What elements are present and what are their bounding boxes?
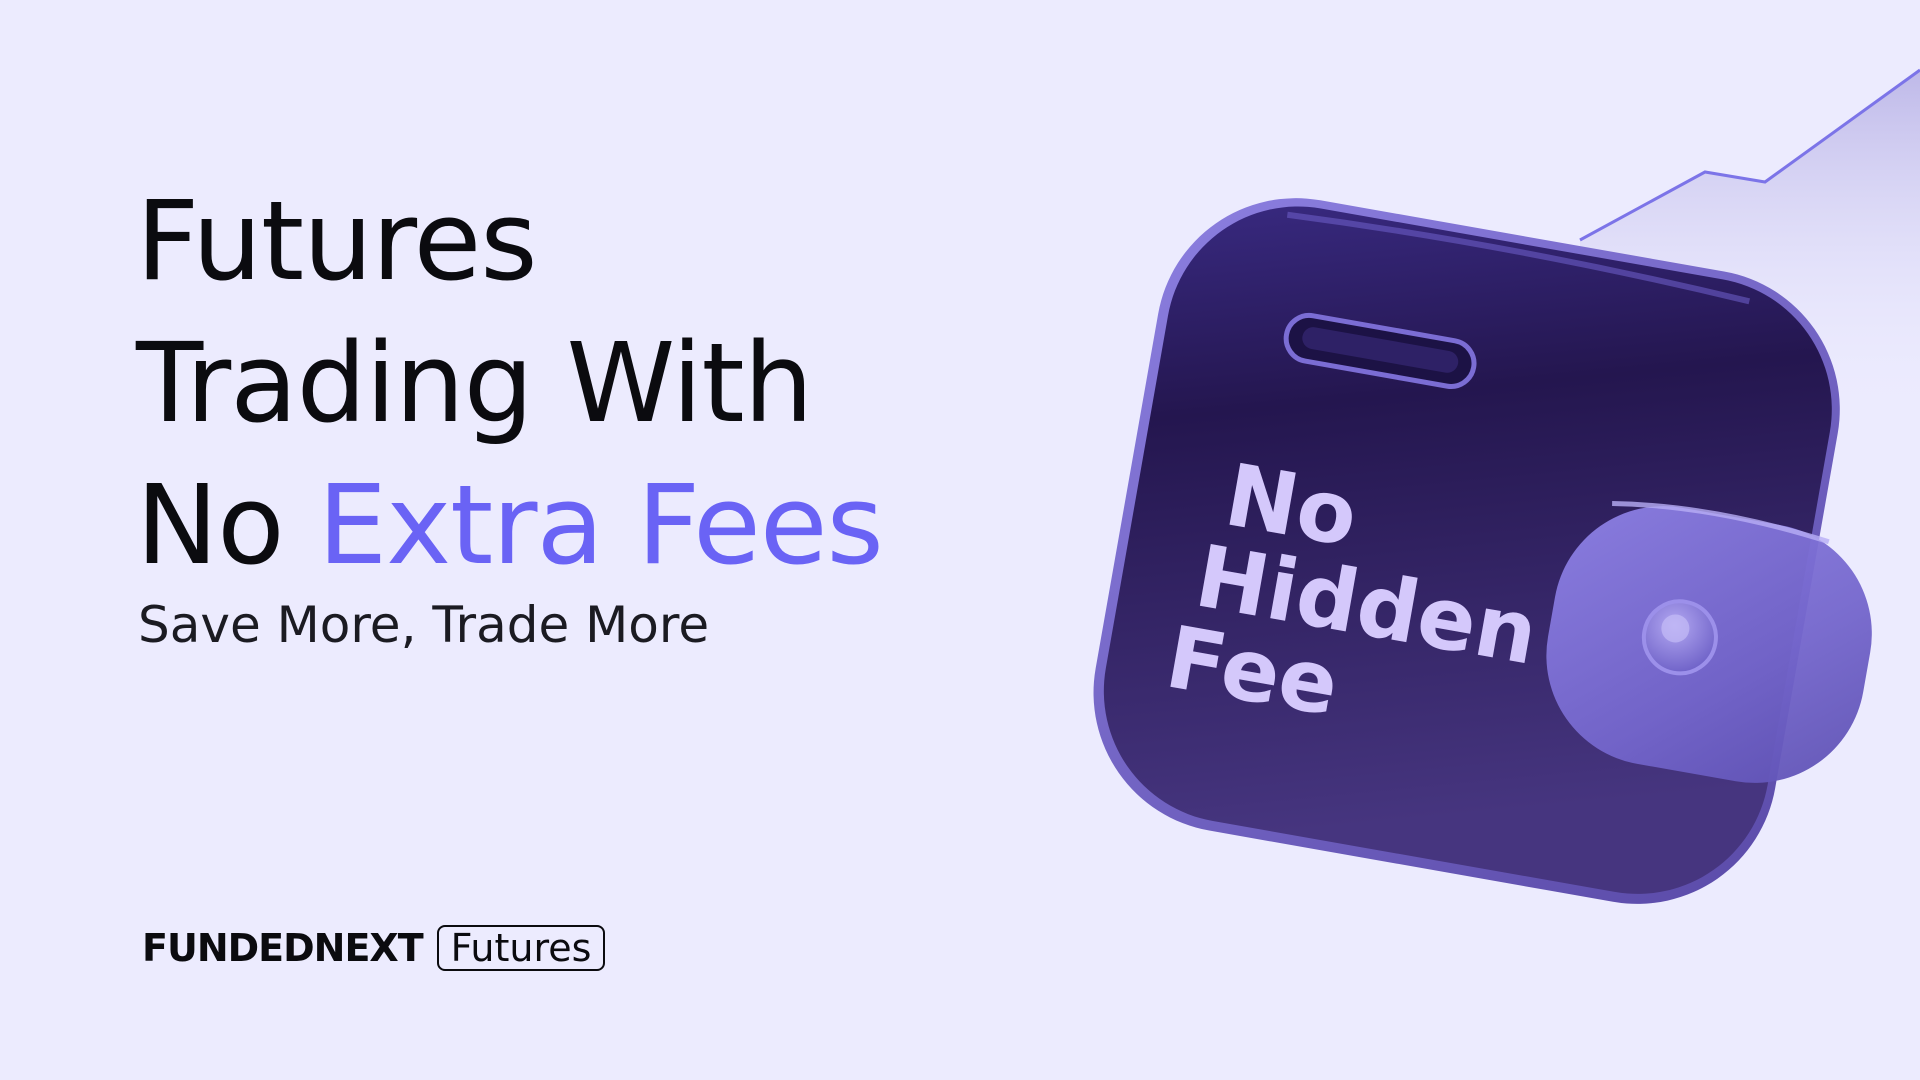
wallet-illustration: No Hidden Fee [1093,68,1920,904]
banner: Futures Trading With No Extra Fees Save … [0,0,1920,1080]
